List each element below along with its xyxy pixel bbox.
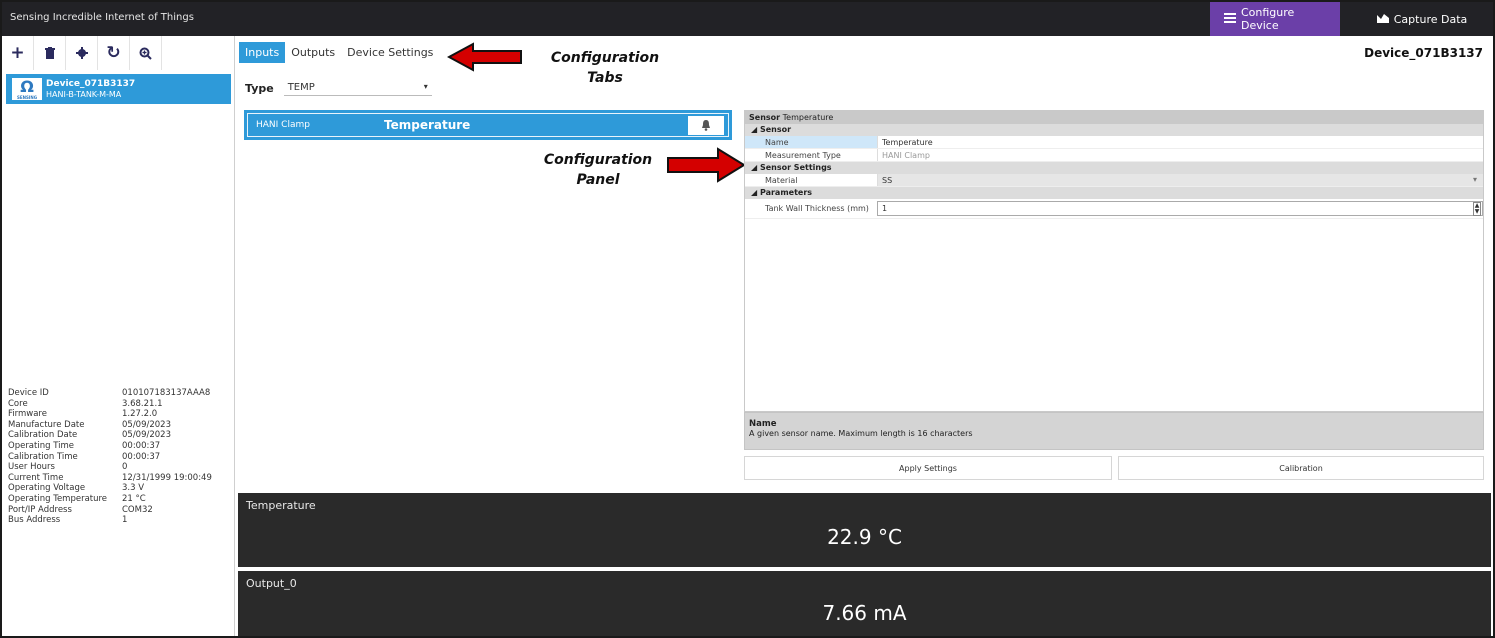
device-name: Device_071B3137 bbox=[46, 79, 136, 89]
refresh-button[interactable]: ↻ bbox=[98, 36, 130, 70]
info-row: Calibration Date 05/09/2023 bbox=[8, 430, 171, 441]
spinner-icon[interactable]: ▲ ▼ bbox=[1473, 202, 1481, 216]
add-device-button[interactable]: + bbox=[2, 36, 34, 70]
tank-wall-stepper[interactable]: 1 ▲ ▼ bbox=[877, 201, 1483, 216]
capture-data-button[interactable]: Capture Data bbox=[1357, 2, 1487, 36]
chevron-down-icon: ▾ bbox=[423, 82, 428, 91]
bell-icon bbox=[702, 120, 710, 131]
name-field[interactable]: Temperature bbox=[877, 136, 1483, 148]
configuration-tabs: Inputs Outputs Device Settings bbox=[239, 40, 439, 64]
device-toolbar: + ↻ bbox=[2, 36, 235, 70]
sensor-item-frame: HANI Clamp Temperature bbox=[247, 113, 729, 137]
category-parameters[interactable]: ◢ Parameters bbox=[745, 187, 1483, 199]
tab-inputs[interactable]: Inputs bbox=[239, 41, 286, 63]
readout-temperature: Temperature 22.9 °C bbox=[238, 493, 1491, 567]
chart-icon bbox=[1376, 13, 1389, 26]
readout-value: 7.66 mA bbox=[822, 601, 907, 625]
panel-header: Sensor Temperature bbox=[745, 111, 1483, 124]
chevron-down-icon: ▾ bbox=[1472, 175, 1477, 184]
category-sensor[interactable]: ◢ Sensor bbox=[745, 124, 1483, 136]
info-row: Port/IP Address COM32 bbox=[8, 504, 153, 515]
app-title: Sensing Incredible Internet of Things bbox=[10, 12, 194, 23]
panel-arrow-icon bbox=[667, 147, 746, 183]
zoom-button[interactable] bbox=[130, 36, 162, 70]
info-row: Bus Address 1 bbox=[8, 515, 128, 526]
info-row: Calibration Time 00:00:37 bbox=[8, 451, 161, 462]
property-row-measurement-type: Measurement Type HANI Clamp bbox=[745, 149, 1483, 162]
app-window: Sensing Incredible Internet of Things Co… bbox=[0, 0, 1495, 638]
tabs-arrow-icon bbox=[447, 42, 522, 72]
info-row: Current Time 12/31/1999 19:00:49 bbox=[8, 472, 212, 483]
tab-outputs[interactable]: Outputs bbox=[285, 42, 341, 63]
property-row-tank-wall[interactable]: Tank Wall Thickness (mm) 1 ▲ ▼ bbox=[745, 199, 1483, 219]
device-model: HANI-B-TANK-M-MA bbox=[46, 90, 122, 99]
readout-label: Temperature bbox=[246, 499, 316, 512]
plus-icon: + bbox=[10, 43, 25, 63]
list-icon bbox=[1224, 12, 1236, 26]
title-bar: Sensing Incredible Internet of Things Co… bbox=[2, 2, 1493, 36]
refresh-icon: ↻ bbox=[106, 43, 121, 63]
tabs-annotation: Configuration Tabs bbox=[550, 50, 660, 86]
type-filter: Type TEMP ▾ bbox=[245, 80, 432, 96]
calibration-button[interactable]: Calibration bbox=[1118, 456, 1484, 480]
sensor-type: HANI Clamp bbox=[256, 120, 310, 130]
selected-device-name: Device_071B3137 bbox=[1364, 46, 1483, 60]
info-row: Firmware 1.27.2.0 bbox=[8, 409, 158, 420]
configuration-panel: Sensor Temperature ◢ Sensor Name Tempera… bbox=[744, 110, 1484, 412]
readout-label: Output_0 bbox=[246, 577, 297, 590]
alarm-button[interactable] bbox=[688, 116, 724, 135]
type-select[interactable]: TEMP ▾ bbox=[283, 80, 432, 96]
device-info-table: Device ID 010107183137AAA8 Core 3.68.21.1 … bbox=[8, 388, 233, 526]
material-select[interactable]: SS ▾ bbox=[877, 174, 1483, 186]
configure-device-button[interactable]: Configure Device bbox=[1210, 2, 1340, 36]
type-label: Type bbox=[245, 81, 274, 95]
device-list-item[interactable]: Ω SENSING Device_071B3137 HANI-B-TANK-M-M… bbox=[6, 74, 231, 104]
trash-icon bbox=[44, 47, 55, 59]
info-row: Operating Time 00:00:37 bbox=[8, 440, 161, 451]
sensor-list-item[interactable]: HANI Clamp Temperature bbox=[244, 110, 732, 140]
readout-output: Output_0 7.66 mA bbox=[238, 571, 1491, 636]
info-row: Operating Voltage 3.3 V bbox=[8, 483, 145, 494]
configure-device-label: Configure Device bbox=[1241, 6, 1295, 32]
zoom-icon bbox=[139, 47, 152, 60]
delete-device-button[interactable] bbox=[34, 36, 66, 70]
settings-button[interactable] bbox=[66, 36, 98, 70]
info-row: Operating Temperature 21 °C bbox=[8, 493, 146, 504]
panel-annotation: Configuration Panel bbox=[543, 152, 653, 188]
info-row: Device ID 010107183137AAA8 bbox=[8, 388, 211, 398]
property-description: Name A given sensor name. Maximum length… bbox=[744, 412, 1484, 450]
info-row: User Hours 0 bbox=[8, 462, 128, 473]
apply-settings-button[interactable]: Apply Settings bbox=[744, 456, 1112, 480]
info-row: Core 3.68.21.1 bbox=[8, 398, 163, 409]
readout-value: 22.9 °C bbox=[827, 525, 902, 549]
info-row: Manufacture Date 05/09/2023 bbox=[8, 419, 171, 430]
capture-data-label: Capture Data bbox=[1393, 12, 1468, 26]
device-sidebar: + ↻ Ω SENSING Device_071B3137 HANI-B-TANK… bbox=[2, 36, 235, 636]
omega-logo-icon: Ω SENSING bbox=[12, 78, 42, 100]
tab-device-settings[interactable]: Device Settings bbox=[341, 42, 439, 63]
category-sensor-settings[interactable]: ◢ Sensor Settings bbox=[745, 162, 1483, 174]
type-select-value: TEMP bbox=[287, 82, 315, 93]
property-row-name[interactable]: Name Temperature bbox=[745, 136, 1483, 149]
property-row-material[interactable]: Material SS ▾ bbox=[745, 174, 1483, 187]
gear-icon bbox=[75, 47, 88, 59]
sensor-name: Temperature bbox=[384, 118, 471, 132]
